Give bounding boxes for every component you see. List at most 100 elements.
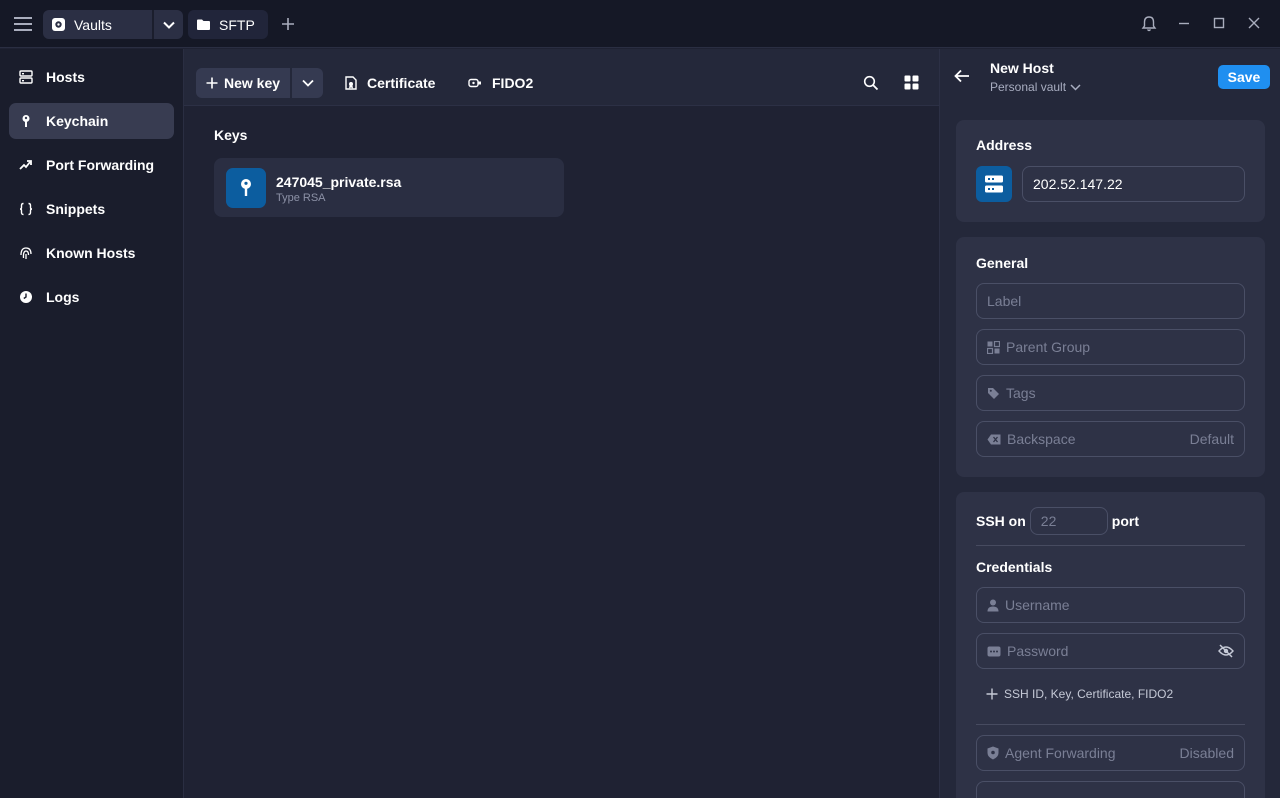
vault-selector-label: Personal vault <box>990 80 1067 94</box>
password-placeholder: Password <box>1007 643 1069 659</box>
certificate-icon <box>345 76 357 90</box>
sidebar-item-hosts[interactable]: Hosts <box>9 59 174 95</box>
address-value: 202.52.147.22 <box>1033 176 1123 192</box>
port-forwarding-icon <box>19 158 33 172</box>
certificate-label: Certificate <box>367 75 436 91</box>
keys-content: Keys 247045_private.rsa Type RSA <box>184 106 939 798</box>
group-icon <box>987 340 1000 354</box>
server-icon <box>984 174 1004 194</box>
port-label: port <box>1111 513 1139 529</box>
new-key-button[interactable]: New key <box>196 68 290 98</box>
vault-icon <box>51 17 66 32</box>
sidebar-item-label: Logs <box>46 289 80 305</box>
sidebar-item-label: Known Hosts <box>46 245 136 261</box>
key-icon <box>19 114 33 128</box>
address-input[interactable]: 202.52.147.22 <box>1022 166 1245 202</box>
label-placeholder: Label <box>987 293 1022 309</box>
sidebar: Hosts Keychain Port Forwarding Snippets … <box>0 49 184 798</box>
chevron-down-icon <box>162 21 175 29</box>
agent-forwarding-select[interactable]: Agent Forwarding Disabled <box>976 735 1245 771</box>
sidebar-item-label: Keychain <box>46 113 109 129</box>
fido2-button[interactable]: FIDO2 <box>468 68 533 98</box>
parent-group-input[interactable]: Parent Group <box>976 329 1245 365</box>
bell-icon[interactable] <box>1141 15 1157 32</box>
title-bar: Vaults SFTP <box>0 0 1280 48</box>
address-title: Address <box>976 137 1033 153</box>
usb-key-icon <box>468 78 482 88</box>
vaults-tab[interactable]: Vaults <box>43 10 183 39</box>
hosts-icon <box>19 70 33 84</box>
hamburger-menu-icon[interactable] <box>14 16 32 32</box>
close-icon[interactable] <box>1247 15 1261 31</box>
plus-icon <box>986 688 998 700</box>
add-credential-button[interactable]: SSH ID, Key, Certificate, FIDO2 <box>986 687 1173 701</box>
key-icon <box>239 178 253 198</box>
tags-input[interactable]: Tags <box>976 375 1245 411</box>
sidebar-item-snippets[interactable]: Snippets <box>9 191 174 227</box>
username-placeholder: Username <box>1005 597 1070 613</box>
sftp-tab[interactable]: SFTP <box>188 10 268 39</box>
password-icon <box>987 646 1001 657</box>
plus-icon <box>206 77 218 89</box>
divider <box>976 545 1245 546</box>
label-input[interactable]: Label <box>976 283 1245 319</box>
server-icon-box <box>976 166 1012 202</box>
add-credential-label: SSH ID, Key, Certificate, FIDO2 <box>1004 687 1174 701</box>
maximize-icon[interactable] <box>1212 15 1226 31</box>
grid-view-icon[interactable] <box>904 75 919 90</box>
port-input[interactable]: 22 <box>1029 507 1108 535</box>
sidebar-item-label: Hosts <box>46 69 85 85</box>
credentials-title: Credentials <box>976 559 1053 575</box>
new-key-label: New key <box>224 75 281 91</box>
ssh-card: SSH on 22 port Credentials Username Pass… <box>956 492 1265 798</box>
backspace-value: Default <box>1189 431 1234 447</box>
key-name: 247045_private.rsa <box>276 174 402 190</box>
vault-selector[interactable]: Personal vault <box>990 80 1081 94</box>
keychain-toolbar: New key Certificate FIDO2 <box>184 49 939 106</box>
user-icon <box>987 599 999 612</box>
general-card: General Label Parent Group Tags Backspac… <box>956 237 1265 477</box>
folder-icon <box>197 19 210 30</box>
braces-icon <box>19 202 33 216</box>
key-card[interactable]: 247045_private.rsa Type RSA <box>214 158 564 217</box>
save-button[interactable]: Save <box>1218 65 1270 89</box>
tags-placeholder: Tags <box>1006 385 1036 401</box>
password-input[interactable]: Password <box>976 633 1245 669</box>
certificate-button[interactable]: Certificate <box>345 68 435 98</box>
new-tab-plus-icon[interactable] <box>280 16 296 32</box>
backspace-icon <box>987 434 1001 445</box>
key-card-icon-box <box>226 168 266 208</box>
key-type: Type RSA <box>276 192 326 204</box>
sidebar-item-keychain[interactable]: Keychain <box>9 103 174 139</box>
minimize-icon[interactable] <box>1177 15 1191 31</box>
sidebar-item-label: Port Forwarding <box>46 157 155 173</box>
clock-icon <box>19 290 33 304</box>
vaults-tab-label: Vaults <box>74 16 112 33</box>
fido2-label: FIDO2 <box>492 75 534 91</box>
address-card: Address 202.52.147.22 <box>956 120 1265 222</box>
sidebar-item-label: Snippets <box>46 201 106 217</box>
new-key-dropdown-button[interactable] <box>292 68 323 98</box>
fingerprint-icon <box>19 246 33 260</box>
vaults-tab-main[interactable]: Vaults <box>43 10 151 39</box>
back-arrow-icon[interactable] <box>954 69 970 83</box>
username-input[interactable]: Username <box>976 587 1245 623</box>
tag-icon <box>987 387 1000 400</box>
panel-title: New Host <box>990 60 1054 76</box>
chevron-down-icon <box>301 79 314 87</box>
sidebar-item-known-hosts[interactable]: Known Hosts <box>9 235 174 271</box>
general-title: General <box>976 255 1029 271</box>
sidebar-item-port-forwarding[interactable]: Port Forwarding <box>9 147 174 183</box>
sftp-tab-label: SFTP <box>219 16 255 33</box>
section-title: Keys <box>214 127 248 143</box>
eye-off-icon[interactable] <box>1218 644 1234 658</box>
port-placeholder: 22 <box>1040 513 1057 529</box>
chevron-down-icon <box>1070 83 1081 91</box>
next-field[interactable] <box>976 781 1245 798</box>
search-icon[interactable] <box>863 75 879 91</box>
backspace-select[interactable]: Backspace Default <box>976 421 1245 457</box>
divider <box>976 724 1245 725</box>
parent-group-placeholder: Parent Group <box>1006 339 1091 355</box>
sidebar-item-logs[interactable]: Logs <box>9 279 174 315</box>
vaults-dropdown-button[interactable] <box>154 10 183 39</box>
